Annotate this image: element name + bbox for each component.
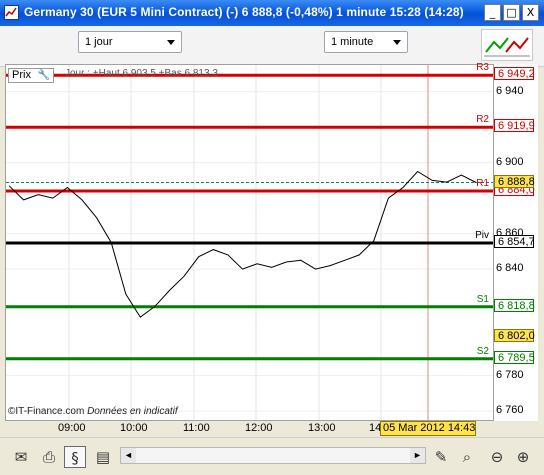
y-tick-label: 6 940 [496,84,524,97]
scroll-left-button[interactable]: ◄ [121,448,136,463]
time-scrollbar[interactable]: ◄ ► [120,447,426,464]
prix-button[interactable]: Prix 🔧 [8,68,54,83]
app-chart-icon [4,5,19,20]
y-tick-label: 6 840 [496,262,524,275]
x-tick: 13:00 [308,422,336,434]
wrench-icon: 🔧 [37,70,50,81]
level-label-s1: S1 [476,293,489,305]
zoom-fit-icon[interactable]: ⌕ [456,446,478,468]
chevron-down-icon [167,40,175,45]
chart-arrows-icon [484,37,530,57]
draw-pen-icon[interactable]: ✎ [430,446,452,468]
period-select-value: 1 jour [85,36,113,48]
x-tick: 12:00 [245,422,273,434]
link-icon[interactable]: § [64,446,86,468]
period-select[interactable]: 1 jour [78,31,182,53]
close-button[interactable]: X [522,4,539,21]
zoom-out-icon[interactable]: ⊖ [486,446,508,468]
notes-icon[interactable]: ▤ [92,446,114,468]
credit-company: ©IT-Finance.com [8,406,85,417]
credit-note: Données en indicatif [87,406,178,417]
chart-window: Germany 30 (EUR 5 Mini Contract) (-) 6 8… [0,0,544,475]
price-chart-svg [6,65,493,420]
level-label-r1: R1 [476,178,489,190]
price-chart[interactable]: R3 R2 R1 Piv S1 S2 [5,62,494,421]
top-toolbar: 1 jour 1 minute [0,26,544,67]
level-value-s2: 6 789,5 [494,350,535,364]
window-title: Germany 30 (EUR 5 Mini Contract) (-) 6 8… [24,5,464,19]
title-bar[interactable]: Germany 30 (EUR 5 Mini Contract) (-) 6 8… [0,0,544,26]
day-high-low: Jour : +Haut 6 903,5 +Bas 6 813,3 [65,68,218,79]
prix-label: Prix [12,69,31,81]
chevron-down-icon [393,40,401,45]
level-label-piv: Piv [475,230,489,242]
zoom-in-icon[interactable]: ⊕ [512,446,534,468]
x-tick: 09:00 [58,422,86,434]
maximize-button[interactable]: □ [503,4,520,21]
level-label-r2: R2 [476,114,489,126]
email-icon[interactable]: ✉ [10,446,32,468]
interval-select-value: 1 minute [331,36,374,48]
interval-select[interactable]: 1 minute [324,31,408,53]
y-tick-label: 6 760 [496,404,524,417]
minimize-button[interactable]: _ [484,4,501,21]
y-tick-label: 6 900 [496,155,524,168]
level-value-r2: 6 919,9 [494,119,535,133]
scroll-right-button[interactable]: ► [410,448,425,463]
print-icon[interactable]: ⎙ [38,446,60,468]
y-tick-label: 6 780 [496,368,524,381]
x-tick: 11:00 [183,422,210,434]
last-price-box: 6 888,8 [494,174,535,188]
cursor-price-box: 6 802,0 [494,328,535,342]
level-value-piv: 6 854,7 [494,235,535,249]
price-axis[interactable]: 6 940 6 900 6 860 6 840 6 780 6 760 6 949,2 6 9… [494,64,538,421]
x-tick: 10:00 [120,422,148,434]
chart-settings-button[interactable] [481,29,533,61]
level-label-r3: R3 [476,62,489,74]
level-value-s1: 6 818,8 [494,298,535,312]
level-label-s2: S2 [476,345,489,357]
credit-text: ©IT-Finance.com Données en indicatif [8,406,178,417]
level-value-r3: 6 949,2 [494,67,535,81]
date-marker: 05 Mar 2012 14:43 [380,421,476,436]
bottom-toolbar: ✉ ⎙ § ▤ ◄ ► ✎ ⌕ ⊖ ⊕ [0,437,544,475]
